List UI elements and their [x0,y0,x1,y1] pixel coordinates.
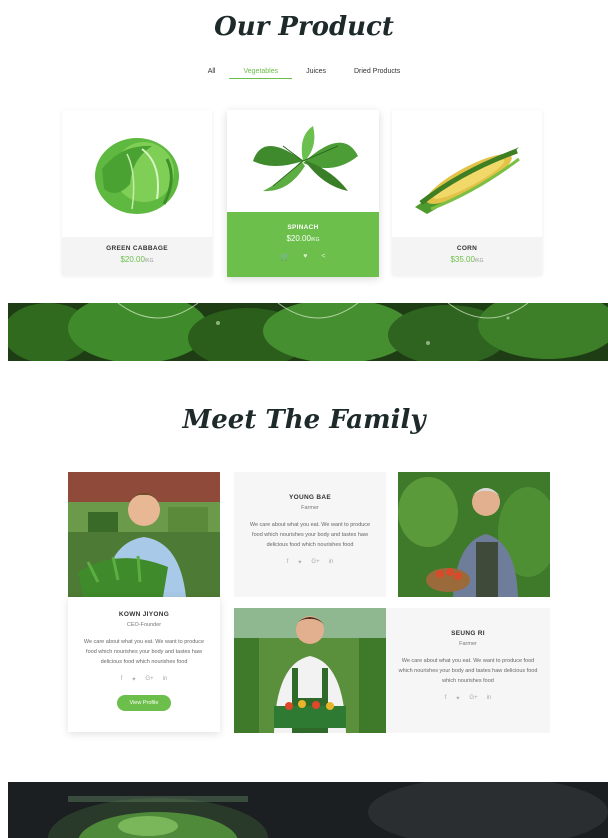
price-unit: /KG [310,237,320,243]
product-name: SPINACH [287,224,319,231]
filter-tab-all[interactable]: All [194,68,230,79]
google-plus-icon[interactable]: G+ [311,559,319,566]
bottom-banner-image [8,782,608,838]
product-card-corn[interactable]: CORN $35.00/KG [392,110,542,275]
twitter-icon[interactable]: ✦ [297,559,302,566]
member-description: We care about what you eat. We want to p… [83,639,205,665]
cart-icon[interactable]: 🛒 [281,253,290,261]
member-photo-seung-ri [234,608,386,733]
member-name: KOWN JIYONG [118,611,170,618]
member-card-young-bae: YOUNG BAE Farmer We care about what you … [234,472,386,597]
product-info: SPINACH $20.00/KG 🛒 ♥ < [227,212,379,277]
share-icon[interactable]: < [321,253,325,261]
price-value: $20.00 [286,234,311,243]
product-name: CORN [456,245,478,252]
member-photo-young-bae [398,472,550,597]
facebook-icon[interactable]: f [445,695,447,702]
spinach-image [227,110,379,212]
filter-tab-vegetables[interactable]: Vegetables [229,68,293,79]
member-role: CEO-Founder [126,622,162,628]
social-links: f ✦ G+ in [78,676,210,683]
linkedin-icon[interactable]: in [163,676,168,683]
member-photo-kown-jiyong [68,472,220,597]
leaf-banner-image [8,303,608,361]
member-card-seung-ri: SEUNG RI Farmer We care about what you e… [386,608,550,733]
product-card-cabbage[interactable]: GREEN CABBAGE $20.00/KG [62,110,212,275]
filter-tab-juices[interactable]: Juices [292,68,340,79]
product-price: $20.00/KG [62,255,212,264]
member-name: YOUNG BAE [288,494,332,501]
product-info: GREEN CABBAGE $20.00/KG [62,237,212,275]
member-description: We care about what you eat. We want to p… [398,658,538,684]
linkedin-icon[interactable]: in [487,695,492,702]
linkedin-icon[interactable]: in [329,559,334,566]
member-role: Farmer [459,641,477,647]
price-value: $35.00 [450,255,475,264]
product-card-spinach[interactable]: SPINACH $20.00/KG 🛒 ♥ < [227,110,379,277]
member-description: We care about what you eat. We want to p… [249,522,371,548]
corn-image [392,110,542,238]
product-name: GREEN CABBAGE [106,245,168,252]
products-title: Our Product [214,12,394,42]
price-unit: /KG [474,258,484,264]
google-plus-icon[interactable]: G+ [469,695,477,702]
facebook-icon[interactable]: f [287,559,289,566]
product-actions: 🛒 ♥ < [227,253,379,261]
family-title: Meet The Family [182,405,426,435]
facebook-icon[interactable]: f [121,676,123,683]
twitter-icon[interactable]: ✦ [455,695,460,702]
page: Our Product All Vegetables Juices Dried … [0,0,608,838]
cabbage-image [62,110,212,238]
member-role: Farmer [301,505,319,511]
view-profile-button[interactable]: View Profile [116,695,172,711]
product-price: $20.00/KG [227,234,379,243]
member-card-kown-jiyong: KOWN JIYONG CEO-Founder We care about wh… [68,597,220,732]
social-links: f ✦ G+ in [244,559,376,566]
social-links: f ✦ G+ in [396,695,540,702]
heart-icon[interactable]: ♥ [303,253,307,261]
price-unit: /KG [144,258,154,264]
product-price: $35.00/KG [392,255,542,264]
google-plus-icon[interactable]: G+ [145,676,153,683]
price-value: $20.00 [120,255,145,264]
member-name: SEUNG RI [451,630,485,637]
product-info: CORN $35.00/KG [392,237,542,275]
filter-tab-dried-products[interactable]: Dried Products [340,68,414,79]
twitter-icon[interactable]: ✦ [131,676,136,683]
product-filter-tabs: All Vegetables Juices Dried Products [0,68,608,79]
